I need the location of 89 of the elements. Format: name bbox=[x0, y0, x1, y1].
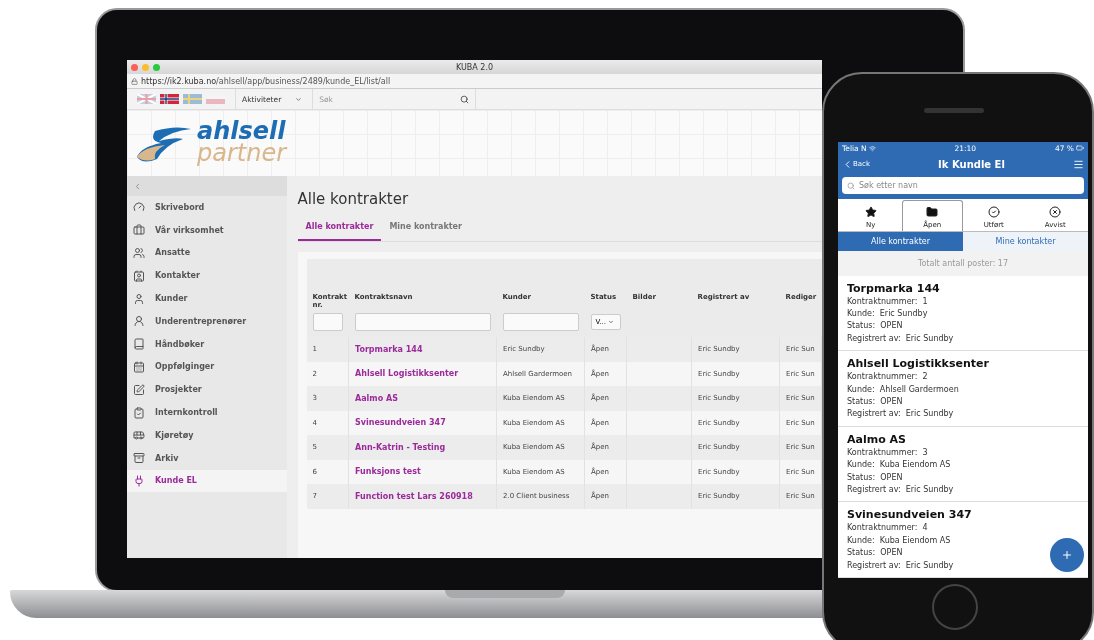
card-title: Ahlsell Logistikksenter bbox=[847, 357, 990, 372]
filter-input[interactable] bbox=[354, 313, 491, 331]
pen-icon bbox=[133, 383, 145, 396]
lock-icon bbox=[131, 77, 138, 85]
sidebar-item[interactable]: Oppfølginger bbox=[127, 355, 287, 379]
battery-icon bbox=[1076, 144, 1084, 152]
url-text: https://ik2.kuba.no/ahlsell/app/business/2489/kunde_EL/list/all bbox=[141, 76, 391, 86]
address-bar[interactable]: https://ik2.kuba.no/ahlsell/app/business/2489/kunde_EL/list/all bbox=[127, 74, 822, 89]
uk-flag-icon[interactable] bbox=[137, 94, 156, 104]
card-field: Registrert av: Eric Sundby bbox=[847, 559, 954, 572]
sidebar-item[interactable]: Arkiv bbox=[127, 446, 287, 470]
wifi-icon bbox=[868, 144, 876, 152]
contract-link[interactable]: Ann-Katrin - Testing bbox=[348, 435, 497, 460]
sidebar-item[interactable]: Prosjekter bbox=[127, 378, 287, 402]
calendar-icon bbox=[133, 360, 145, 373]
logo-subtext: partner bbox=[197, 143, 287, 165]
sidebar-item[interactable]: Kjøretøy bbox=[127, 423, 287, 447]
briefcase-icon bbox=[133, 224, 145, 237]
page-title: Alle kontrakter bbox=[297, 190, 410, 208]
contract-card[interactable]: Torpmarka 144 Kontraktnummer: 1 Kunde: Eric Sundby Status: OPEN Registrert av: Eric Sundby bbox=[838, 275, 1088, 352]
card-field: Kontraktnummer: 3 bbox=[847, 446, 928, 460]
contract-card[interactable]: Ahlsell Logistikksenter Kontraktnummer: 2 Kunde: Ahlsell Gardermoen Status: OPEN Registrert av: Eric Sundby bbox=[838, 351, 1088, 427]
check-circle-icon bbox=[987, 205, 1000, 218]
card-field: Kontraktnummer: 4 bbox=[847, 522, 928, 535]
sidebar-item[interactable]: Vår virksomhet bbox=[127, 218, 287, 242]
close-button[interactable] bbox=[131, 63, 138, 71]
star-icon bbox=[864, 205, 877, 218]
caret-icon bbox=[295, 95, 303, 103]
gauge-icon bbox=[133, 201, 145, 214]
norway-flag-icon[interactable] bbox=[160, 94, 179, 104]
card-field: Kontraktnummer: 1 bbox=[847, 295, 928, 308]
contract-link[interactable]: Torpmarka 144 bbox=[348, 337, 497, 362]
home-button[interactable] bbox=[932, 584, 978, 630]
minimize-button[interactable] bbox=[142, 63, 149, 71]
card-title: Aalmo AS bbox=[847, 432, 907, 447]
card-field: Kunde: Kuba Eiendom AS bbox=[847, 459, 951, 472]
logo-text: ahlsell bbox=[197, 121, 286, 143]
filter-input[interactable] bbox=[502, 313, 579, 331]
person-icon bbox=[133, 292, 145, 305]
contract-card[interactable]: Svinesundveien 347 Kontraktnummer: 4 Kunde: Kuba Eiendom AS Status: OPEN Registrert av: Eric Sundby bbox=[838, 502, 1088, 578]
card-field: Status: OPEN bbox=[847, 320, 903, 333]
clipboard-icon bbox=[133, 406, 145, 419]
sidebar-item[interactable]: Kontakter bbox=[127, 264, 287, 288]
menu-icon[interactable] bbox=[1073, 158, 1084, 170]
card-field: Status: OPEN bbox=[847, 395, 903, 409]
contact-card-icon bbox=[133, 269, 145, 282]
people-icon bbox=[133, 247, 145, 259]
person-icon bbox=[133, 315, 145, 328]
sidebar-item[interactable]: Ansatte bbox=[127, 241, 287, 265]
window-title: KUBA 2.0 bbox=[455, 62, 494, 72]
search-field[interactable]: Søk etter navn bbox=[842, 177, 1084, 194]
screen-title: Ik Kundle El bbox=[938, 158, 1005, 170]
search-icon bbox=[460, 94, 470, 104]
card-title: Svinesundveien 347 bbox=[847, 508, 973, 523]
maximize-button[interactable] bbox=[153, 63, 160, 71]
contract-card[interactable]: Aalmo AS Kontraktnummer: 3 Kunde: Kuba Eiendom AS Status: OPEN Registrert av: Eric Sundby bbox=[838, 426, 1088, 503]
card-field: Kunde: Eric Sundby bbox=[847, 307, 928, 321]
x-circle-icon bbox=[1049, 205, 1062, 218]
tab[interactable]: Alle kontrakter bbox=[297, 222, 382, 241]
caret-icon bbox=[608, 319, 615, 325]
card-field: Registrert av: Eric Sundby bbox=[847, 408, 954, 421]
archive-icon bbox=[133, 452, 145, 465]
card-field: Status: OPEN bbox=[847, 547, 903, 560]
card-field: Kunde: Ahlsell Gardermoen bbox=[847, 383, 959, 396]
plus-icon bbox=[1061, 549, 1073, 561]
total-count: Totalt antall poster: 17 bbox=[916, 257, 1010, 270]
sidebar-item[interactable]: Kunde EL bbox=[127, 469, 287, 493]
book-icon bbox=[133, 338, 145, 351]
card-field: Registrert av: Eric Sundby bbox=[847, 332, 954, 346]
tab[interactable]: Mine kontrakter bbox=[381, 222, 470, 241]
sweden-flag-icon[interactable] bbox=[183, 94, 202, 104]
sidebar-item[interactable]: Internkontroll bbox=[127, 401, 287, 424]
card-field: Status: OPEN bbox=[847, 471, 903, 484]
card-field: Registrert av: Eric Sundby bbox=[847, 483, 954, 497]
collapse-icon[interactable] bbox=[133, 181, 142, 191]
filter-input[interactable] bbox=[312, 313, 343, 331]
sidebar-item[interactable]: Håndbøker bbox=[127, 332, 287, 356]
plug-icon bbox=[133, 474, 145, 487]
card-field: Kontraktnummer: 2 bbox=[847, 371, 928, 384]
bus-icon bbox=[133, 429, 145, 442]
search-icon bbox=[847, 181, 855, 190]
sidebar-item[interactable]: Skrivebord bbox=[127, 196, 287, 219]
card-title: Torpmarka 144 bbox=[847, 281, 941, 296]
contract-link[interactable]: Function test Lars 260918 bbox=[348, 484, 497, 509]
sidebar-item[interactable]: Underentreprenører bbox=[127, 310, 287, 333]
contract-link[interactable]: Aalmo AS bbox=[348, 386, 497, 411]
folder-icon bbox=[926, 205, 939, 218]
sidebar-item[interactable]: Kunder bbox=[127, 287, 287, 310]
card-field: Kunde: Kuba Eiendom AS bbox=[847, 534, 951, 548]
